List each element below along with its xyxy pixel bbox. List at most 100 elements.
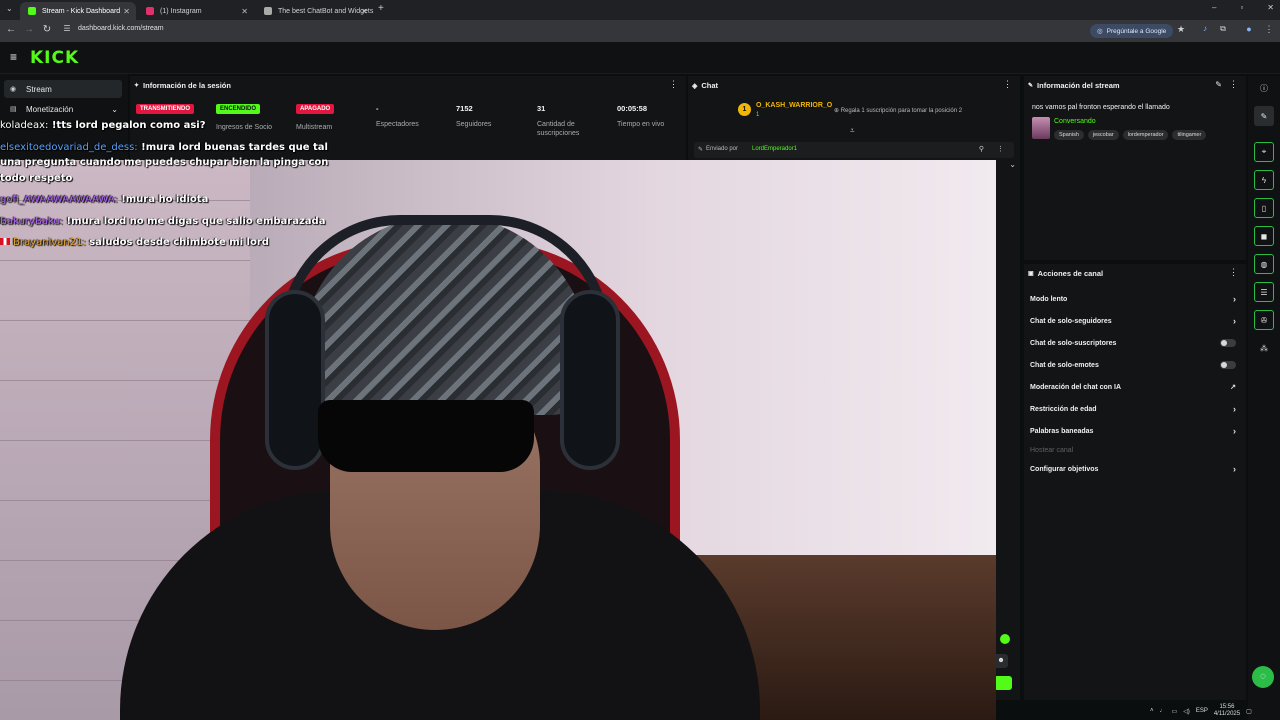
minimize-icon[interactable]: – bbox=[1212, 3, 1216, 12]
google-lens-icon: ◎ bbox=[1097, 28, 1103, 35]
hamburger-menu-icon[interactable]: ≡ bbox=[10, 50, 17, 64]
media-icon[interactable]: ♪ bbox=[1198, 24, 1212, 33]
close-window-icon[interactable]: ✕ bbox=[1267, 3, 1274, 12]
tag-chip: lordemperador bbox=[1122, 130, 1169, 140]
wrench-icon[interactable]: ✇ bbox=[1254, 310, 1274, 330]
chat-send-button[interactable] bbox=[994, 676, 1012, 690]
more-options-icon[interactable]: ⋮ bbox=[1003, 79, 1012, 90]
multistream-badge: APAGADO bbox=[296, 104, 335, 114]
tag-chip: tilingamer bbox=[1172, 130, 1207, 140]
action-slow-mode[interactable]: Modo lento › bbox=[1030, 292, 1240, 306]
kick-logo[interactable]: KICK bbox=[30, 48, 79, 68]
notifications-icon[interactable]: ▢ bbox=[1246, 708, 1252, 715]
action-ai-moderation[interactable]: Moderación del chat con IA ↗ bbox=[1030, 380, 1240, 394]
action-label: Palabras baneadas bbox=[1030, 427, 1094, 435]
chevron-right-icon: › bbox=[1233, 426, 1236, 436]
profile-avatar-icon[interactable]: ● bbox=[1242, 24, 1256, 34]
tag-chip: jescobar bbox=[1087, 130, 1119, 140]
clock-date: 4/11/2025 bbox=[1213, 711, 1241, 717]
stream-info-title: ✎ Información del stream bbox=[1028, 81, 1120, 90]
layers-icon[interactable]: ☰ bbox=[1254, 282, 1274, 302]
sidebar-item-monetization[interactable]: ▤ Monetización ⌄ bbox=[4, 100, 122, 118]
close-icon[interactable]: ✕ bbox=[241, 7, 248, 16]
channel-actions-panel: ▣ Acciones de canal ⋮ Modo lento › Chat de… bbox=[1024, 264, 1246, 700]
pencil-icon[interactable]: ✎ bbox=[1215, 80, 1222, 89]
gift-prompt[interactable]: ⊕ Regala 1 suscripción para tomar la pos… bbox=[834, 107, 962, 114]
site-info-icon[interactable]: ☰ bbox=[60, 24, 74, 33]
broadcast-icon[interactable]: ◍ bbox=[1254, 254, 1274, 274]
clock[interactable]: 15:56 4/11/2025 bbox=[1214, 704, 1240, 718]
maximize-icon[interactable]: ▫ bbox=[1240, 3, 1243, 12]
overlay-chat-line: elsexitoedovariad_de_dess: !mura lord bu… bbox=[0, 140, 340, 187]
reload-icon[interactable]: ↻ bbox=[40, 24, 54, 35]
action-age-restriction[interactable]: Restricción de edad › bbox=[1030, 402, 1240, 416]
window-controls[interactable]: – ▫ ✕ bbox=[1212, 3, 1274, 12]
top-gifter-name[interactable]: O_KASH_WARRIOR_O bbox=[756, 102, 832, 109]
extensions-icon[interactable]: ⧉ bbox=[1216, 24, 1230, 34]
widgets-icon[interactable]: ⁂ bbox=[1254, 338, 1274, 358]
crosshair-icon[interactable]: ⌖ bbox=[1254, 142, 1274, 162]
sidebar-item-stream[interactable]: ◉ Stream bbox=[4, 80, 122, 98]
session-title-text: Información de la sesión bbox=[143, 81, 231, 90]
pin-toggle-icon[interactable]: ⚲ bbox=[979, 145, 984, 153]
action-label: Configurar objetivos bbox=[1030, 465, 1099, 473]
new-tab-button[interactable]: + bbox=[378, 3, 384, 14]
emotes-only-toggle[interactable] bbox=[1220, 361, 1236, 369]
chevron-up-icon[interactable]: ˄ bbox=[1150, 708, 1154, 714]
tab-instagram[interactable]: (1) Instagram ✕ bbox=[138, 2, 254, 20]
tab-kick-dashboard[interactable]: Stream - Kick Dashboard ✕ bbox=[20, 2, 136, 20]
url-field[interactable]: dashboard.kick.com/stream bbox=[78, 25, 164, 32]
chat-username: koladeax: bbox=[0, 120, 49, 131]
ask-google-button[interactable]: ◎ Pregúntale a Google bbox=[1090, 24, 1174, 38]
kick-header: ≡ KICK bbox=[0, 42, 1280, 74]
action-emotes-only[interactable]: Chat de solo-emotes bbox=[1030, 358, 1240, 372]
stream-info-title-text: Información del stream bbox=[1037, 81, 1120, 90]
overlay-chat-line: koladeax: !tts lord pegalon como asi? bbox=[0, 118, 340, 134]
more-options-icon[interactable]: ⋮ bbox=[669, 79, 678, 90]
tab-chatbot[interactable]: The best ChatBot and Widgets ✕ bbox=[256, 2, 374, 20]
network-icon[interactable]: ▭ bbox=[1172, 708, 1178, 715]
bookmark-star-icon[interactable]: ★ bbox=[1174, 24, 1188, 35]
action-configure-goals[interactable]: Configurar objetivos › bbox=[1030, 462, 1240, 476]
action-subscribers-only[interactable]: Chat de solo-suscriptores bbox=[1030, 336, 1240, 350]
sidebar-item-label: Monetización bbox=[26, 104, 74, 114]
headphone-left bbox=[265, 290, 325, 470]
subscribers-only-toggle[interactable] bbox=[1220, 339, 1236, 347]
forward-icon[interactable]: → bbox=[22, 24, 36, 35]
help-support-icon[interactable]: ◌ bbox=[1252, 666, 1274, 688]
tools-icon: ▣ bbox=[1028, 271, 1034, 277]
emoji-icon[interactable]: ☻ bbox=[994, 654, 1008, 668]
chevron-down-icon[interactable]: ⌄ bbox=[1009, 160, 1016, 169]
chat-title-text: Chat bbox=[701, 81, 719, 90]
more-options-icon[interactable]: ⋮ bbox=[1229, 79, 1238, 90]
chevron-right-icon: › bbox=[1233, 294, 1236, 304]
action-followers-only[interactable]: Chat de solo-seguidores › bbox=[1030, 314, 1240, 328]
language-indicator[interactable]: ESP bbox=[1196, 708, 1208, 714]
expand-arrow-icon[interactable]: ⩡ bbox=[850, 126, 855, 136]
channel-actions-title: ▣ Acciones de canal bbox=[1028, 269, 1103, 278]
chevron-right-icon: › bbox=[1233, 404, 1236, 414]
tab-search-icon[interactable]: ⌄ bbox=[6, 4, 13, 13]
stream-category[interactable]: Conversando bbox=[1054, 118, 1096, 125]
close-icon[interactable]: ✕ bbox=[123, 7, 130, 16]
action-label: Restricción de edad bbox=[1030, 405, 1097, 413]
mic-icon[interactable]: ♩ bbox=[1160, 708, 1166, 714]
action-banned-words[interactable]: Palabras baneadas › bbox=[1030, 424, 1240, 438]
top-gifter-count: 1 bbox=[756, 112, 760, 118]
edit-icon: ✎ bbox=[1028, 83, 1034, 89]
chat-bubble-icon[interactable]: ◼ bbox=[1254, 226, 1274, 246]
lightning-icon[interactable]: ϟ bbox=[1254, 170, 1274, 190]
edit-layout-icon[interactable]: ✎ bbox=[1254, 106, 1274, 126]
overlay-chat-line: Brayanivan21: saludos desde chimbote mi … bbox=[0, 235, 340, 251]
chat-status-icon[interactable] bbox=[1000, 634, 1010, 644]
volume-icon[interactable]: ◁) bbox=[1183, 708, 1190, 715]
info-icon[interactable]: ⓘ bbox=[1254, 78, 1274, 98]
pinned-by-user[interactable]: LordEmperador1 bbox=[752, 146, 797, 152]
back-icon[interactable]: ← bbox=[4, 24, 18, 35]
browser-menu-icon[interactable]: ⋮ bbox=[1262, 24, 1276, 35]
more-options-icon[interactable]: ⋮ bbox=[1229, 267, 1238, 278]
subscriptions-label: Cantidad de suscripciones bbox=[537, 121, 580, 137]
close-icon[interactable]: ✕ bbox=[361, 7, 368, 16]
more-options-icon[interactable]: ⋮ bbox=[997, 145, 1004, 153]
document-icon[interactable]: ▯ bbox=[1254, 198, 1274, 218]
